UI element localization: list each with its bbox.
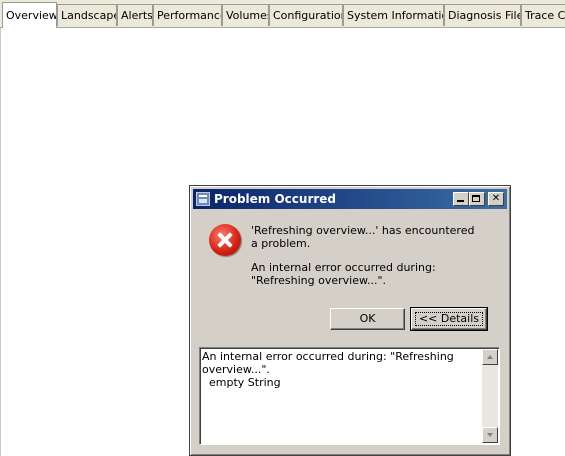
tab-volumes[interactable]: Volumes (222, 4, 269, 26)
close-button[interactable]: ✕ (488, 192, 504, 206)
details-textarea[interactable]: An internal error occurred during: "Refr… (199, 347, 500, 445)
window-icon (196, 192, 210, 206)
scroll-up-button[interactable] (482, 349, 498, 365)
minimize-button[interactable] (453, 192, 469, 206)
error-icon (209, 224, 241, 256)
dialog-titlebar[interactable]: Problem Occurred ✕ (193, 189, 507, 209)
tab-landscape[interactable]: Landscape (57, 4, 117, 26)
content-border (0, 28, 1, 456)
focus-ring (415, 312, 483, 326)
error-detail-message: An internal error occurred during: "Refr… (251, 261, 436, 287)
tab-overview[interactable]: Overview (2, 2, 57, 28)
tab-trace[interactable]: Trace Co (521, 4, 565, 26)
scroll-down-button[interactable] (482, 427, 498, 443)
dialog-title: Problem Occurred (214, 192, 337, 206)
problem-dialog: Problem Occurred ✕ 'Refreshing overview.… (189, 185, 511, 456)
details-scrollbar[interactable] (482, 349, 498, 443)
ok-button[interactable]: OK (330, 308, 405, 330)
details-button[interactable]: << Details (410, 307, 488, 331)
tab-system-information[interactable]: System Information (343, 4, 444, 26)
maximize-button[interactable] (469, 192, 485, 206)
tab-diagnosis-files[interactable]: Diagnosis Files (444, 4, 521, 26)
error-message: 'Refreshing overview...' has encountered… (251, 224, 475, 250)
tab-configuration[interactable]: Configuration (269, 4, 343, 26)
tab-performance[interactable]: Performance (153, 4, 222, 26)
tab-alerts[interactable]: Alerts (117, 4, 153, 26)
close-icon: ✕ (491, 193, 501, 204)
details-text: An internal error occurred during: "Refr… (202, 350, 454, 389)
tab-bar: Overview Landscape Alerts Performance Vo… (0, 0, 565, 28)
